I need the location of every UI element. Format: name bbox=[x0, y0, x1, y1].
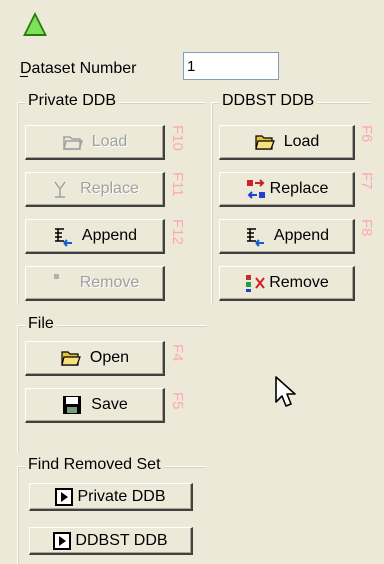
ddbst-append-label: Append bbox=[273, 227, 330, 244]
app-logo-highlight bbox=[26, 16, 44, 34]
find-removed-set-title: Find Removed Set bbox=[25, 456, 164, 474]
ddbst-replace-shortcut: F7 bbox=[358, 172, 375, 190]
ddbst-remove-button[interactable]: Remove bbox=[219, 266, 355, 301]
append-icon bbox=[52, 225, 74, 247]
open-folder-icon bbox=[62, 131, 84, 153]
open-label: Open bbox=[89, 349, 130, 366]
private-append-button[interactable]: Append bbox=[25, 219, 165, 254]
private-replace-shortcut: F11 bbox=[169, 172, 186, 197]
ddbst-append-shortcut: F8 bbox=[358, 219, 375, 237]
open-folder-icon bbox=[60, 347, 82, 369]
private-ddb-title: Private DDB bbox=[25, 92, 120, 110]
private-replace-label: Replace bbox=[80, 180, 139, 197]
accelerator-underline bbox=[20, 76, 28, 77]
private-remove-button[interactable]: Remove bbox=[25, 266, 165, 301]
open-button[interactable]: Open bbox=[25, 341, 165, 376]
play-icon bbox=[53, 531, 72, 550]
mouse-cursor-icon bbox=[274, 375, 300, 414]
ddbst-remove-label: Remove bbox=[269, 274, 329, 291]
find-ddbst-ddb-label: DDBST DDB bbox=[75, 531, 168, 549]
find-private-ddb-button[interactable]: Private DDB bbox=[29, 483, 193, 511]
find-ddbst-ddb-button[interactable]: DDBST DDB bbox=[29, 527, 193, 555]
find-private-ddb-label: Private DDB bbox=[77, 487, 166, 505]
private-load-button[interactable]: Load bbox=[25, 125, 165, 160]
private-load-label: Load bbox=[91, 133, 128, 150]
file-title: File bbox=[25, 315, 57, 333]
save-button[interactable]: Save bbox=[25, 388, 165, 423]
open-shortcut: F4 bbox=[169, 344, 186, 362]
private-replace-button[interactable]: Replace bbox=[25, 172, 165, 207]
private-load-shortcut: F10 bbox=[169, 125, 186, 151]
floppy-disk-icon bbox=[61, 394, 83, 416]
ddbst-ddb-title: DDBST DDB bbox=[219, 92, 318, 110]
dataset-number-label: Dataset Number bbox=[20, 60, 137, 77]
private-append-shortcut: F12 bbox=[169, 219, 186, 245]
dataset-number-input[interactable] bbox=[183, 52, 279, 80]
ddbst-replace-label: Replace bbox=[269, 180, 329, 197]
play-icon bbox=[55, 487, 74, 506]
ddbst-append-button[interactable]: Append bbox=[219, 219, 355, 254]
save-label: Save bbox=[91, 396, 128, 413]
remove-icon bbox=[244, 272, 266, 294]
remove-icon bbox=[50, 272, 72, 294]
ddbst-load-shortcut: F6 bbox=[358, 125, 375, 143]
append-icon bbox=[244, 225, 266, 247]
ddbst-replace-button[interactable]: Replace bbox=[219, 172, 355, 207]
private-remove-label: Remove bbox=[79, 274, 140, 291]
replace-icon bbox=[50, 178, 72, 200]
ddbst-load-label: Load bbox=[283, 133, 320, 150]
swap-icon bbox=[245, 178, 267, 200]
ddbst-load-button[interactable]: Load bbox=[219, 125, 355, 160]
open-folder-icon bbox=[254, 131, 276, 153]
private-append-label: Append bbox=[81, 227, 138, 244]
save-shortcut: F5 bbox=[169, 392, 186, 410]
